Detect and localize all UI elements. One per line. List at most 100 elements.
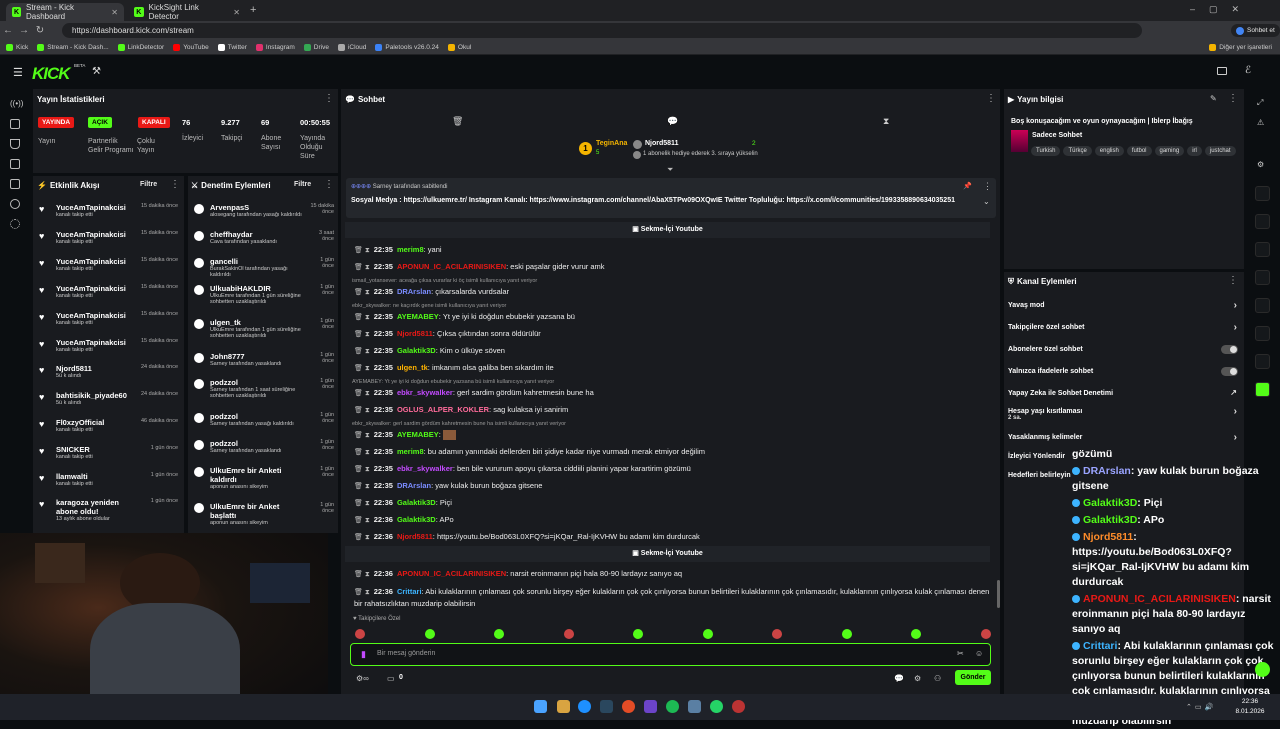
chevron-right-icon[interactable]: › [1234, 432, 1237, 443]
app-icon[interactable] [688, 700, 701, 713]
mod-tools-icon[interactable]: 🗑 ⧗ [354, 289, 370, 296]
chat-message[interactable]: 🗑 ⧗ 22:35 AYEMABEY: Yt ye iyi ki doğdun eb… [354, 312, 994, 322]
mod-tools-icon[interactable]: 🗑 ⧗ [354, 500, 370, 507]
feed-item[interactable]: ♥ llamwalti kanalı takip etti 1 gün önce [39, 472, 178, 487]
emote-icon[interactable] [980, 629, 991, 639]
chat-message[interactable]: 🗑 ⧗ 22:35 Njord5811: Çıksa çıktından sonra… [354, 329, 994, 339]
community-icon[interactable] [10, 199, 20, 209]
trash-icon[interactable]: 🗑 [452, 116, 463, 127]
spotify-icon[interactable] [666, 700, 679, 713]
bookmark[interactable]: Instagram [255, 43, 295, 51]
emoji-icon[interactable]: ☺ [975, 649, 983, 658]
mod-tools-icon[interactable]: 🗑 ⧗ [354, 314, 370, 321]
toggle-switch[interactable] [1221, 367, 1238, 376]
feed-user-name[interactable]: YuceAmTapinakcisi [56, 203, 138, 212]
menu-icon[interactable]: ☰ [13, 66, 23, 79]
bits-icon[interactable]: ▭ [387, 674, 395, 683]
forward-icon[interactable]: → [16, 25, 32, 36]
message-username[interactable]: APONUN_IC_ACILARINISIKEN [397, 262, 506, 271]
mod-tools-icon[interactable]: 🗑 ⧗ [354, 571, 370, 578]
url-input[interactable]: https://dashboard.kick.com/stream [62, 23, 1142, 38]
profile-button[interactable]: Sohbet et [1231, 24, 1280, 37]
collapse-icon[interactable]: ⏷ [667, 165, 673, 175]
moderation-item[interactable]: UlkuEmre bir Anket başlattı aponun anasın… [194, 502, 334, 526]
feed-user-name[interactable]: YuceAmTapinakcisi [56, 257, 138, 266]
hourglass-icon[interactable]: ⧗ [883, 116, 889, 127]
chat-message[interactable]: 🗑 ⧗ 22:35 AYEMABEY: [354, 430, 994, 441]
chat-popout-icon[interactable]: 💬 [894, 674, 904, 683]
moderation-item[interactable]: podzzol Sarney tarafından 1 saat süreliği… [194, 378, 334, 399]
moderation-user-name[interactable]: podzzol [210, 412, 292, 421]
moderation-user-name[interactable]: ulgen_tk [210, 318, 292, 327]
moderation-icon[interactable] [10, 179, 20, 189]
moderation-user-name[interactable]: UlkuEmre bir Anketi kaldırdı [210, 466, 292, 484]
emote-icon[interactable] [911, 629, 921, 639]
analytics-icon[interactable] [10, 159, 20, 169]
settings-icon[interactable] [10, 219, 20, 229]
file-explorer-icon[interactable] [557, 700, 570, 713]
toggle-switch[interactable] [1221, 345, 1238, 354]
feed-user-name[interactable]: YuceAmTapinakcisi [56, 338, 138, 347]
mod-tools-icon[interactable]: 🗑 ⧗ [354, 247, 370, 254]
chat-message[interactable]: 🗑 ⧗ 22:35 Galaktik3D: Kim o ülküye söven [354, 346, 994, 356]
chat-message[interactable]: 🗑 ⧗ 22:35 merim8: bu adamın yanındaki dell… [354, 447, 994, 457]
reload-icon[interactable]: ↻ [32, 25, 48, 36]
message-username[interactable]: ebkr_skywalker [397, 464, 453, 473]
bookmark[interactable]: iCloud [337, 43, 366, 51]
chat-users-icon[interactable]: ⚇ [934, 674, 941, 683]
bookmark[interactable]: Stream - Kick Dash... [37, 43, 109, 51]
chevron-right-icon[interactable]: › [1234, 322, 1237, 333]
feed-user-name[interactable]: Fl0xzyOfficial [56, 418, 138, 427]
message-username[interactable]: DRArslan [397, 287, 431, 296]
panel-toggle-icon[interactable]: ⤢ [1257, 98, 1263, 108]
tab-kicksight[interactable]: K KickSight Link Detector ✕ [128, 3, 246, 21]
message-username[interactable]: ulgen_tk [397, 363, 428, 372]
quick-action-tool-icon[interactable] [1255, 326, 1270, 341]
channel-action-row[interactable]: Takipçilere özel sohbet › [1008, 322, 1240, 333]
tag[interactable]: futbol [1126, 146, 1152, 156]
tag[interactable]: Turkish [1031, 146, 1061, 156]
discord-icon[interactable] [644, 700, 657, 713]
external-link-icon[interactable]: ↗ [1230, 388, 1237, 397]
message-username[interactable]: AYEMABEY [397, 312, 439, 321]
chevron-right-icon[interactable]: › [1234, 406, 1237, 417]
emote-icon[interactable] [355, 629, 365, 639]
moderation-user-name[interactable]: ArvenpasS [210, 203, 292, 212]
message-username[interactable]: Galaktik3D [397, 498, 436, 507]
dashboard-icon[interactable] [10, 119, 20, 129]
chat-bubble-icon[interactable]: 💬 [667, 116, 678, 127]
chat-message[interactable]: 🗑 ⧗ 22:36 Njord5811: https://youtu.be/Bod0… [354, 532, 994, 542]
message-username[interactable]: merim8 [397, 245, 424, 254]
start-menu-icon[interactable] [534, 700, 547, 713]
chat-message[interactable]: 🗑 ⧗ 22:36 Galaktik3D: Piçi [354, 498, 994, 508]
kick-logo[interactable]: KICK [32, 64, 71, 84]
other-bookmarks[interactable]: Diğer yer işaretleri [1209, 43, 1272, 51]
quick-action-bookmark-icon[interactable] [1255, 298, 1270, 313]
feed-item[interactable]: ♥ YuceAmTapinakcisi kanalı takip etti 15 da… [39, 203, 178, 218]
feed-item[interactable]: ♥ Fl0xzyOfficial kanalı takip etti 46 dakik… [39, 418, 178, 433]
new-tab-icon[interactable]: + [250, 4, 256, 16]
quick-action-share-icon[interactable] [1255, 354, 1270, 369]
feed-item[interactable]: ♥ SNICKER kanalı takip etti 1 gün önce [39, 445, 178, 460]
message-username[interactable]: APONUN_IC_ACILARINISIKEN [397, 569, 506, 578]
tag[interactable]: english [1094, 146, 1124, 156]
channel-action-row[interactable]: Yapay Zeka ile Sohbet Denetimi ↗ [1008, 388, 1240, 397]
more-options-icon[interactable]: ⋮ [324, 179, 334, 190]
mod-tools-icon[interactable]: 🗑 ⧗ [354, 466, 370, 473]
feed-user-name[interactable]: SNICKER [56, 445, 138, 454]
close-tab-icon[interactable]: ✕ [111, 8, 118, 17]
top-user-name[interactable]: TeginAna [596, 140, 627, 147]
quick-action-clip-icon[interactable] [1255, 214, 1270, 229]
feed-item[interactable]: ♥ YuceAmTapinakcisi kanalı takip etti 15 da… [39, 257, 178, 272]
mic-icon[interactable]: ▮ [361, 649, 366, 660]
emote-icon[interactable] [702, 629, 713, 639]
feed-item[interactable]: ♥ Njord5811 5ü k alındı 24 dakika önce [39, 364, 178, 379]
whatsapp-icon[interactable] [710, 700, 723, 713]
message-username[interactable]: Njord5811 [397, 532, 433, 541]
more-options-icon[interactable]: ⋮ [1228, 93, 1238, 104]
chat-input[interactable]: ▮ Bir mesaj gönderin ✂ ☺ [350, 643, 991, 666]
moderation-item[interactable]: ArvenpasS alosegang tarafından yasağı kal… [194, 203, 334, 218]
alert-icon[interactable]: ⚠ [1257, 118, 1264, 127]
mod-tools-icon[interactable]: 🗑 ⧗ [354, 365, 370, 372]
moderation-item[interactable]: John8777 Sarney tarafından yasaklandı 1 gü… [194, 352, 334, 367]
